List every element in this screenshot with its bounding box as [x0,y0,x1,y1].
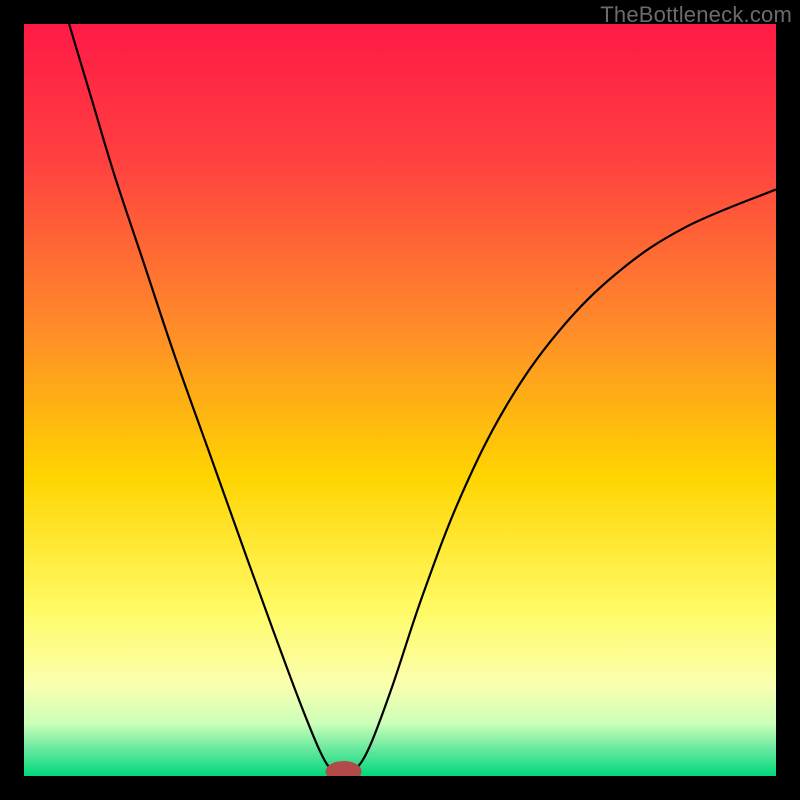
bottleneck-chart [24,24,776,776]
chart-frame [24,24,776,776]
watermark-text: TheBottleneck.com [600,2,792,28]
